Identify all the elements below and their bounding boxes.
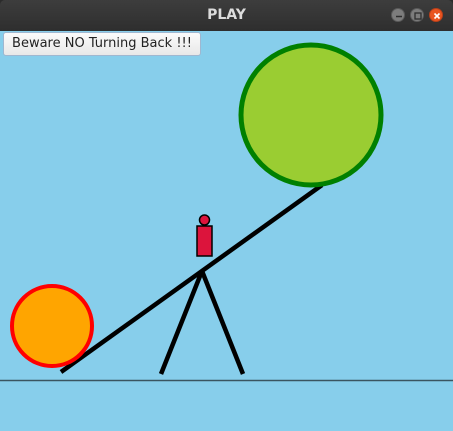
big-green-ball	[238, 42, 384, 188]
warning-button[interactable]: Beware NO Turning Back !!!	[3, 32, 201, 56]
seesaw-plank	[59, 183, 324, 374]
player-head	[198, 214, 211, 226]
game-scene	[0, 42, 453, 382]
fulcrum-right-leg	[199, 270, 246, 375]
small-orange-ball	[10, 284, 94, 368]
game-window: PLAY Beware NO Turning Back !!!	[0, 0, 453, 431]
player-body	[196, 225, 213, 257]
